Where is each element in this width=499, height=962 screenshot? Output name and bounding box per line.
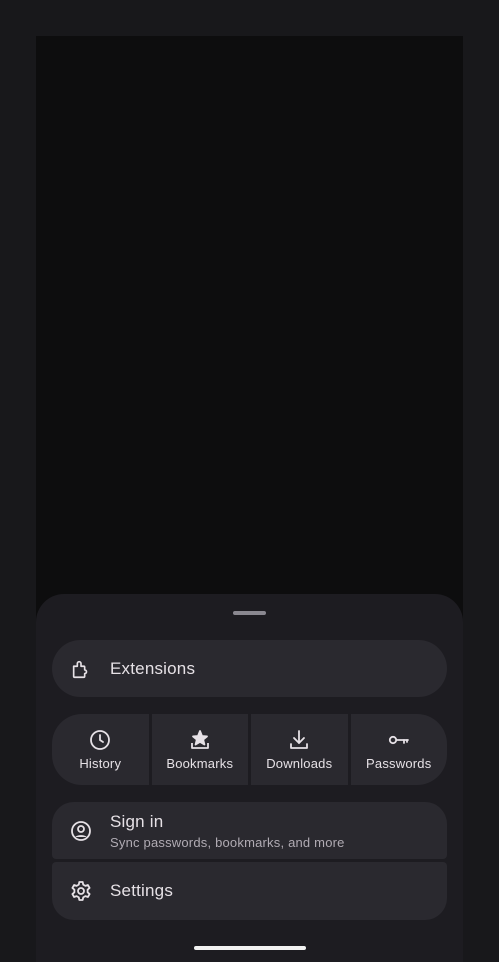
bookmarks-label: Bookmarks: [166, 756, 234, 771]
bookmark-star-icon: [188, 728, 212, 752]
menu-bottom-sheet: Extensions History Bookmarks Downloads P…: [36, 594, 463, 962]
web-content-area[interactable]: [36, 36, 463, 636]
settings-label: Settings: [110, 881, 174, 900]
history-button[interactable]: History: [52, 714, 149, 785]
gesture-navigation-bar[interactable]: [194, 946, 306, 950]
sign-in-text: Sign in Sync passwords, bookmarks, and m…: [110, 812, 345, 850]
history-label: History: [79, 756, 122, 771]
extensions-label: Extensions: [110, 658, 196, 678]
passwords-label: Passwords: [366, 756, 432, 771]
history-icon: [88, 728, 112, 752]
account-circle-icon: [69, 819, 93, 843]
download-icon: [287, 728, 311, 752]
downloads-label: Downloads: [266, 756, 333, 771]
sign-in-title: Sign in: [110, 811, 164, 831]
settings-button[interactable]: Settings: [52, 862, 447, 920]
screen: Extensions History Bookmarks Downloads P…: [0, 0, 499, 962]
sign-in-subtitle: Sync passwords, bookmarks, and more: [110, 834, 345, 850]
sheet-drag-handle[interactable]: [233, 611, 266, 615]
passwords-button[interactable]: Passwords: [350, 714, 447, 785]
gear-icon: [69, 879, 93, 903]
bookmarks-button[interactable]: Bookmarks: [151, 714, 248, 785]
downloads-button[interactable]: Downloads: [251, 714, 348, 785]
puzzle-piece-icon: [69, 657, 93, 681]
key-icon: [387, 728, 411, 752]
quick-actions-grid: History Bookmarks Downloads Passwords: [52, 714, 447, 785]
sign-in-button[interactable]: Sign in Sync passwords, bookmarks, and m…: [52, 802, 447, 859]
extensions-button[interactable]: Extensions: [52, 640, 447, 697]
